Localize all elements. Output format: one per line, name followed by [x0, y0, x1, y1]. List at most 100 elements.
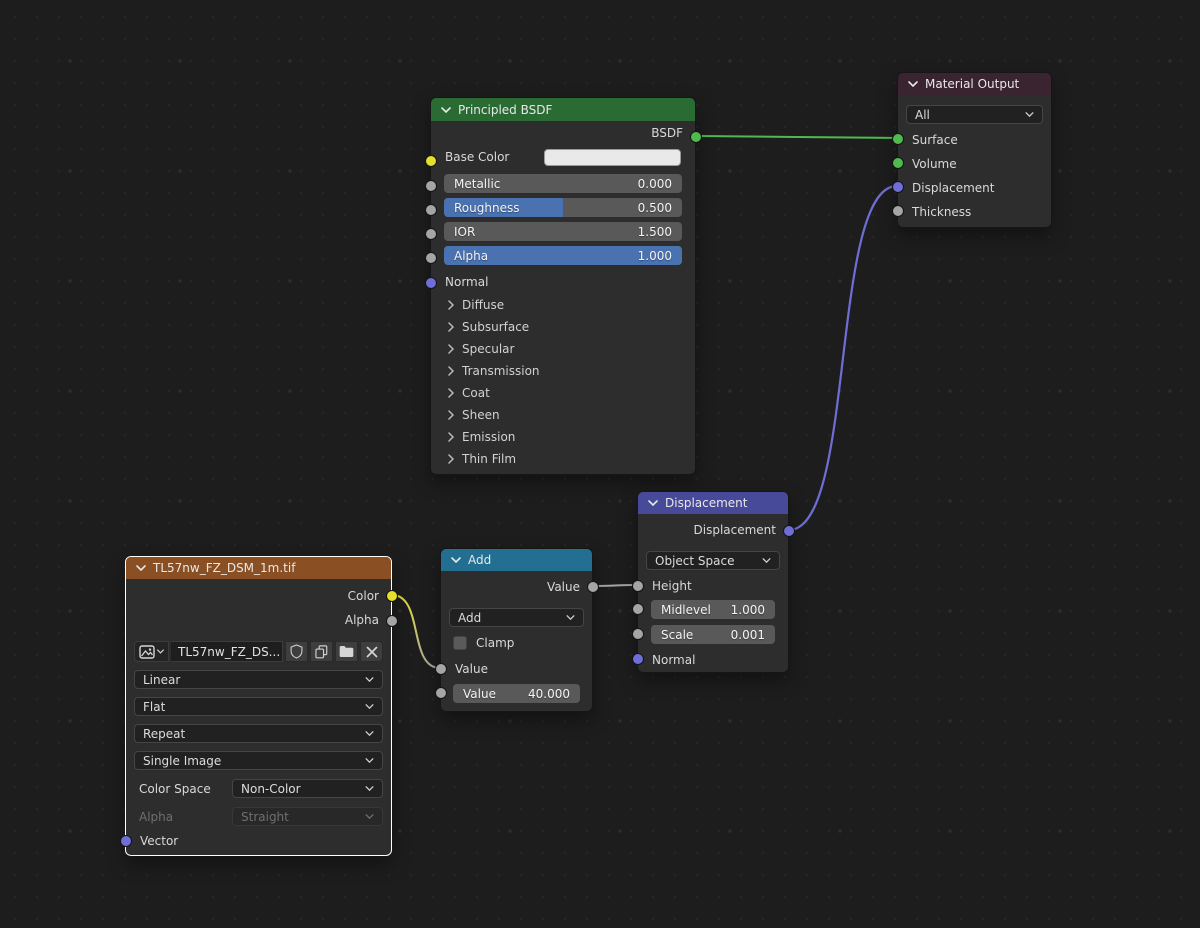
socket-midlevel-input[interactable] [632, 603, 644, 615]
node-image-texture[interactable]: TL57nw_FZ_DSM_1m.tif Color Alpha TL57nw_… [125, 556, 392, 856]
socket-value1-input[interactable] [435, 663, 447, 675]
output-target-dropdown[interactable]: All [906, 105, 1043, 124]
alpha-mode-label: Alpha [139, 810, 224, 824]
chevron-down-icon[interactable] [136, 565, 146, 571]
chevron-down-icon[interactable] [441, 107, 451, 113]
socket-metallic-input[interactable] [425, 180, 437, 192]
value-input-label: Value [455, 662, 488, 676]
node-material-output[interactable]: Material Output All Surface Volume Displ… [897, 72, 1052, 228]
chevron-down-icon[interactable] [451, 557, 461, 563]
fake-user-button[interactable] [285, 641, 308, 662]
color-space-dropdown[interactable]: Non-Color [232, 779, 383, 798]
socket-value-output[interactable] [587, 581, 599, 593]
metallic-slider[interactable]: Metallic 0.000 [444, 174, 682, 193]
wire-color-to-math-value[interactable] [392, 595, 440, 668]
socket-ior-input[interactable] [425, 228, 437, 240]
principled-bsdf-header[interactable]: Principled BSDF [431, 98, 695, 121]
alpha-value: 1.000 [638, 249, 672, 263]
value-slider[interactable]: Value 40.000 [453, 684, 580, 703]
surface-input-label: Surface [912, 133, 958, 147]
image-name-field[interactable]: TL57nw_FZ_DS... [171, 641, 283, 662]
panel-thin-film[interactable]: Thin Film [431, 448, 695, 470]
socket-normal-input[interactable] [425, 277, 437, 289]
displacement-input-label: Displacement [912, 181, 995, 195]
socket-roughness-input[interactable] [425, 204, 437, 216]
displacement-space-dropdown[interactable]: Object Space [646, 551, 780, 570]
node-editor-canvas[interactable]: { "colors": { "bg": "#1d1d1d", "node-bg"… [0, 0, 1200, 928]
vector-input-label: Vector [140, 834, 178, 848]
alpha-slider[interactable]: Alpha 1.000 [444, 246, 682, 265]
scale-slider[interactable]: Scale 0.001 [651, 625, 775, 644]
ior-label: IOR [454, 225, 475, 239]
socket-thickness-input[interactable] [892, 205, 904, 217]
duplicate-button[interactable] [310, 641, 333, 662]
socket-vector-input[interactable] [120, 835, 132, 847]
displacement-output-label: Displacement [694, 523, 777, 537]
chevron-right-icon [448, 432, 454, 442]
image-texture-header[interactable]: TL57nw_FZ_DSM_1m.tif [126, 557, 391, 579]
midlevel-slider[interactable]: Midlevel 1.000 [651, 600, 775, 619]
chevron-right-icon [448, 388, 454, 398]
source-dropdown[interactable]: Single Image [134, 751, 383, 770]
socket-height-input[interactable] [632, 580, 644, 592]
chevron-right-icon [448, 366, 454, 376]
socket-displacement-output[interactable] [783, 525, 795, 537]
socket-surface-input[interactable] [892, 133, 904, 145]
extension-dropdown[interactable]: Repeat [134, 724, 383, 743]
node-displacement[interactable]: Displacement Displacement Object Space H… [637, 491, 789, 673]
chevron-right-icon [448, 410, 454, 420]
chevron-down-icon[interactable] [648, 500, 658, 506]
roughness-slider[interactable]: Roughness 0.500 [444, 198, 682, 217]
color-space-label: Color Space [139, 782, 224, 796]
panel-emission[interactable]: Emission [431, 426, 695, 448]
chevron-down-icon[interactable] [908, 81, 918, 87]
node-math-add[interactable]: Add Value Add Clamp Value Value 40.000 [440, 548, 593, 712]
open-image-button[interactable] [335, 641, 358, 662]
socket-color-output[interactable] [386, 590, 398, 602]
alpha-mode-dropdown[interactable]: Straight [232, 807, 383, 826]
close-icon [366, 646, 378, 658]
displacement-header[interactable]: Displacement [638, 492, 788, 514]
node-principled-bsdf[interactable]: Principled BSDF BSDF Base Color Metallic… [430, 97, 696, 475]
wire-math-to-height[interactable] [593, 585, 637, 586]
chevron-down-icon [365, 814, 374, 819]
chevron-down-icon [1025, 112, 1034, 117]
midlevel-value: 1.000 [731, 603, 765, 617]
unlink-button[interactable] [360, 641, 383, 662]
folder-icon [339, 645, 354, 658]
base-color-swatch[interactable] [544, 149, 681, 166]
ior-slider[interactable]: IOR 1.500 [444, 222, 682, 241]
socket-volume-input[interactable] [892, 157, 904, 169]
socket-bsdf-output[interactable] [690, 131, 702, 143]
chevron-right-icon [448, 454, 454, 464]
panel-sheen[interactable]: Sheen [431, 404, 695, 426]
socket-alpha-output[interactable] [386, 615, 398, 627]
material-output-header[interactable]: Material Output [898, 73, 1051, 95]
projection-dropdown[interactable]: Flat [134, 697, 383, 716]
panel-transmission[interactable]: Transmission [431, 360, 695, 382]
normal-input-label: Normal [652, 653, 695, 667]
math-operation-dropdown[interactable]: Add [449, 608, 584, 627]
interpolation-dropdown[interactable]: Linear [134, 670, 383, 689]
chevron-right-icon [448, 322, 454, 332]
panel-subsurface[interactable]: Subsurface [431, 316, 695, 338]
wire-bsdf-to-surface[interactable] [697, 136, 897, 138]
math-add-header[interactable]: Add [441, 549, 592, 571]
alpha-output-label: Alpha [345, 613, 379, 627]
image-browse-button[interactable] [134, 641, 169, 662]
panel-diffuse[interactable]: Diffuse [431, 294, 695, 316]
panel-coat[interactable]: Coat [431, 382, 695, 404]
socket-scale-input[interactable] [632, 628, 644, 640]
panel-specular[interactable]: Specular [431, 338, 695, 360]
chevron-down-icon [157, 649, 164, 654]
scale-value: 0.001 [731, 628, 765, 642]
roughness-value: 0.500 [638, 201, 672, 215]
wire-displacement-to-output[interactable] [789, 186, 897, 530]
socket-alpha-input[interactable] [425, 252, 437, 264]
socket-normal-input[interactable] [632, 653, 644, 665]
socket-value2-input[interactable] [435, 687, 447, 699]
socket-base-color-input[interactable] [425, 155, 437, 167]
metallic-value: 0.000 [638, 177, 672, 191]
clamp-checkbox[interactable] [453, 636, 467, 650]
socket-displacement-input[interactable] [892, 181, 904, 193]
